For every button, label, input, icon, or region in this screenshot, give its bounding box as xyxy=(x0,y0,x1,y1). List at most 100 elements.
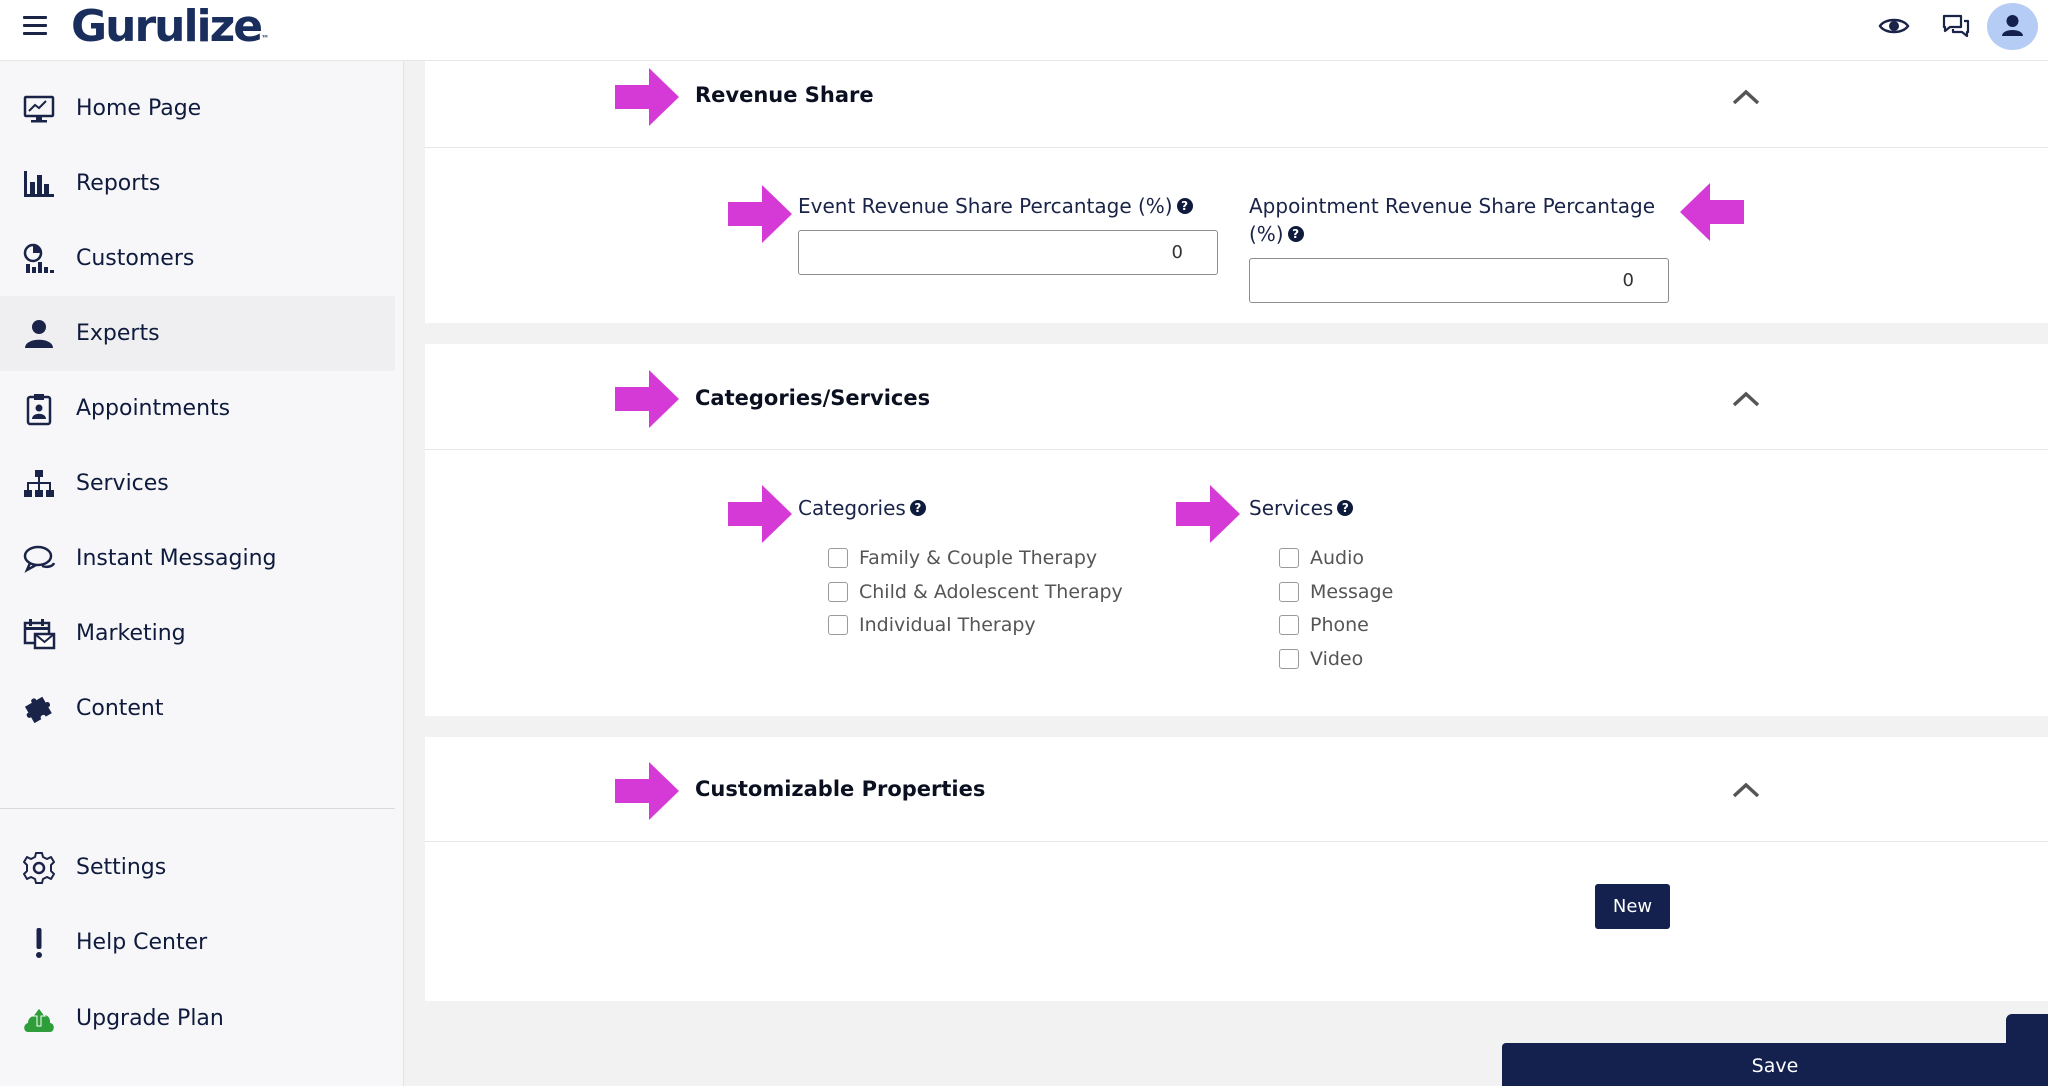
sidebar-item-home-page[interactable]: Home Page xyxy=(0,71,395,146)
services-label: Services? xyxy=(1249,494,1354,522)
checkbox-label: Video xyxy=(1310,648,1364,670)
category-checkbox-row[interactable]: Family & Couple Therapy xyxy=(828,547,1097,569)
user-avatar[interactable] xyxy=(1987,3,2038,50)
chevron-up-icon[interactable] xyxy=(1731,87,1761,107)
top-bar: Gurulize™ xyxy=(0,0,2048,61)
checkbox-label: Audio xyxy=(1310,547,1365,569)
sidebar-item-instant-messaging[interactable]: Instant Messaging xyxy=(0,521,395,596)
sidebar-item-label: Marketing xyxy=(76,621,186,646)
service-checkbox-row[interactable]: Audio xyxy=(1279,547,1364,569)
save-button[interactable]: Save xyxy=(1502,1043,2048,1086)
sidebar-item-reports[interactable]: Reports xyxy=(0,146,395,221)
checkbox-label: Message xyxy=(1310,581,1394,603)
arrow-left-icon xyxy=(1680,183,1744,241)
sidebar-divider xyxy=(0,808,395,809)
sidebar-item-content[interactable]: Content xyxy=(0,671,395,746)
checkbox[interactable] xyxy=(1279,548,1299,568)
checkbox-label: Family & Couple Therapy xyxy=(859,547,1098,569)
arrow-right-icon xyxy=(728,485,792,543)
checkbox[interactable] xyxy=(1279,582,1299,602)
event-revenue-share-label-text: Event Revenue Share Percantage (%) xyxy=(798,194,1173,218)
calendar-mail-icon xyxy=(23,618,56,649)
monitor-icon xyxy=(23,95,55,122)
chat-icon[interactable] xyxy=(1940,10,1972,42)
help-icon[interactable]: ? xyxy=(1176,197,1193,214)
user-avatar-icon xyxy=(2002,15,2023,36)
sidebar-item-label: Reports xyxy=(76,171,161,196)
checkbox[interactable] xyxy=(828,548,848,568)
hamburger-menu-icon[interactable] xyxy=(23,16,47,36)
panel-title: Revenue Share xyxy=(695,83,874,107)
logo[interactable]: Gurulize™ xyxy=(71,0,269,54)
arrow-right-icon xyxy=(1176,485,1240,543)
clipboard-icon xyxy=(26,393,52,425)
sidebar-item-marketing[interactable]: Marketing xyxy=(0,596,395,671)
panel-title: Customizable Properties xyxy=(695,777,986,801)
checkbox[interactable] xyxy=(828,582,848,602)
sidebar-item-label: Instant Messaging xyxy=(76,546,277,571)
exclamation-icon xyxy=(36,927,42,958)
revenue-share-header[interactable]: Revenue Share xyxy=(425,61,2048,148)
appointment-revenue-share-label-unit: (%) xyxy=(1249,222,1284,246)
sidebar-item-customers[interactable]: Customers xyxy=(0,221,395,296)
eye-icon[interactable] xyxy=(1878,10,1910,42)
customizable-properties-panel: Customizable Properties xyxy=(425,737,2048,1001)
sidebar-item-label: Services xyxy=(76,471,169,496)
sidebar-item-label: Appointments xyxy=(76,396,231,421)
checkbox-label: Individual Therapy xyxy=(859,614,1036,636)
arrow-right-icon xyxy=(615,68,679,126)
event-revenue-share-label: Event Revenue Share Percantage (%)? xyxy=(798,192,1193,220)
services-label-text: Services xyxy=(1249,496,1334,520)
appointment-revenue-share-label-text: Appointment Revenue Share Percantage xyxy=(1249,194,1656,218)
arrow-right-icon xyxy=(615,370,679,428)
sidebar: Home Page Reports Customers Experts Appo… xyxy=(0,61,404,1086)
categories-services-panel: Categories/Services Categories? Family &… xyxy=(425,344,2048,716)
sidebar-item-label: Upgrade Plan xyxy=(76,1006,224,1031)
service-checkbox-row[interactable]: Phone xyxy=(1279,614,1369,636)
sidebar-item-label: Home Page xyxy=(76,96,202,121)
upload-cloud-icon xyxy=(24,1006,54,1032)
sidebar-item-label: Settings xyxy=(76,855,167,880)
sidebar-item-label: Customers xyxy=(76,246,195,271)
sidebar-item-help-center[interactable]: Help Center xyxy=(0,905,395,980)
checkbox-label: Child & Adolescent Therapy xyxy=(859,581,1123,603)
new-property-button[interactable]: New xyxy=(1595,884,1670,929)
category-checkbox-row[interactable]: Child & Adolescent Therapy xyxy=(828,581,1123,603)
help-icon[interactable]: ? xyxy=(909,499,926,516)
appointment-revenue-share-input[interactable]: 0 xyxy=(1249,258,1669,303)
event-revenue-share-input[interactable]: 0 xyxy=(798,230,1218,275)
sidebar-item-services[interactable]: Services xyxy=(0,446,395,521)
service-checkbox-row[interactable]: Video xyxy=(1279,648,1363,670)
puzzle-icon xyxy=(24,696,52,723)
arrow-right-icon xyxy=(615,762,679,820)
help-icon[interactable]: ? xyxy=(1287,225,1304,242)
messaging-icon xyxy=(23,545,56,573)
sidebar-item-upgrade-plan[interactable]: Upgrade Plan xyxy=(0,981,395,1056)
customizable-properties-header[interactable]: Customizable Properties xyxy=(425,737,2048,842)
chevron-up-icon[interactable] xyxy=(1731,780,1761,800)
checkbox[interactable] xyxy=(1279,649,1299,669)
expert-icon xyxy=(25,319,53,348)
bar-chart-icon xyxy=(24,170,54,197)
chevron-up-icon[interactable] xyxy=(1731,389,1761,409)
sidebar-item-label: Experts xyxy=(76,321,160,346)
category-checkbox-row[interactable]: Individual Therapy xyxy=(828,614,1036,636)
checkbox[interactable] xyxy=(828,615,848,635)
panel-title: Categories/Services xyxy=(695,386,931,410)
logo-text: Gurulize xyxy=(71,1,263,52)
checkbox-label: Phone xyxy=(1310,614,1369,636)
sidebar-item-appointments[interactable]: Appointments xyxy=(0,371,395,446)
help-icon[interactable]: ? xyxy=(1337,499,1354,516)
service-checkbox-row[interactable]: Message xyxy=(1279,581,1393,603)
categories-label: Categories? xyxy=(798,494,926,522)
sidebar-item-label: Help Center xyxy=(76,930,208,955)
hierarchy-icon xyxy=(24,469,54,497)
checkbox[interactable] xyxy=(1279,615,1299,635)
sidebar-item-settings[interactable]: Settings xyxy=(0,830,395,905)
appointment-revenue-share-label: Appointment Revenue Share Percantage (%)… xyxy=(1249,192,1669,248)
sidebar-item-experts[interactable]: Experts xyxy=(0,296,395,371)
categories-label-text: Categories xyxy=(798,496,906,520)
categories-services-header[interactable]: Categories/Services xyxy=(425,344,2048,450)
revenue-share-panel: Revenue Share Event Revenue Share Percan… xyxy=(425,61,2048,323)
gear-icon xyxy=(23,851,55,884)
